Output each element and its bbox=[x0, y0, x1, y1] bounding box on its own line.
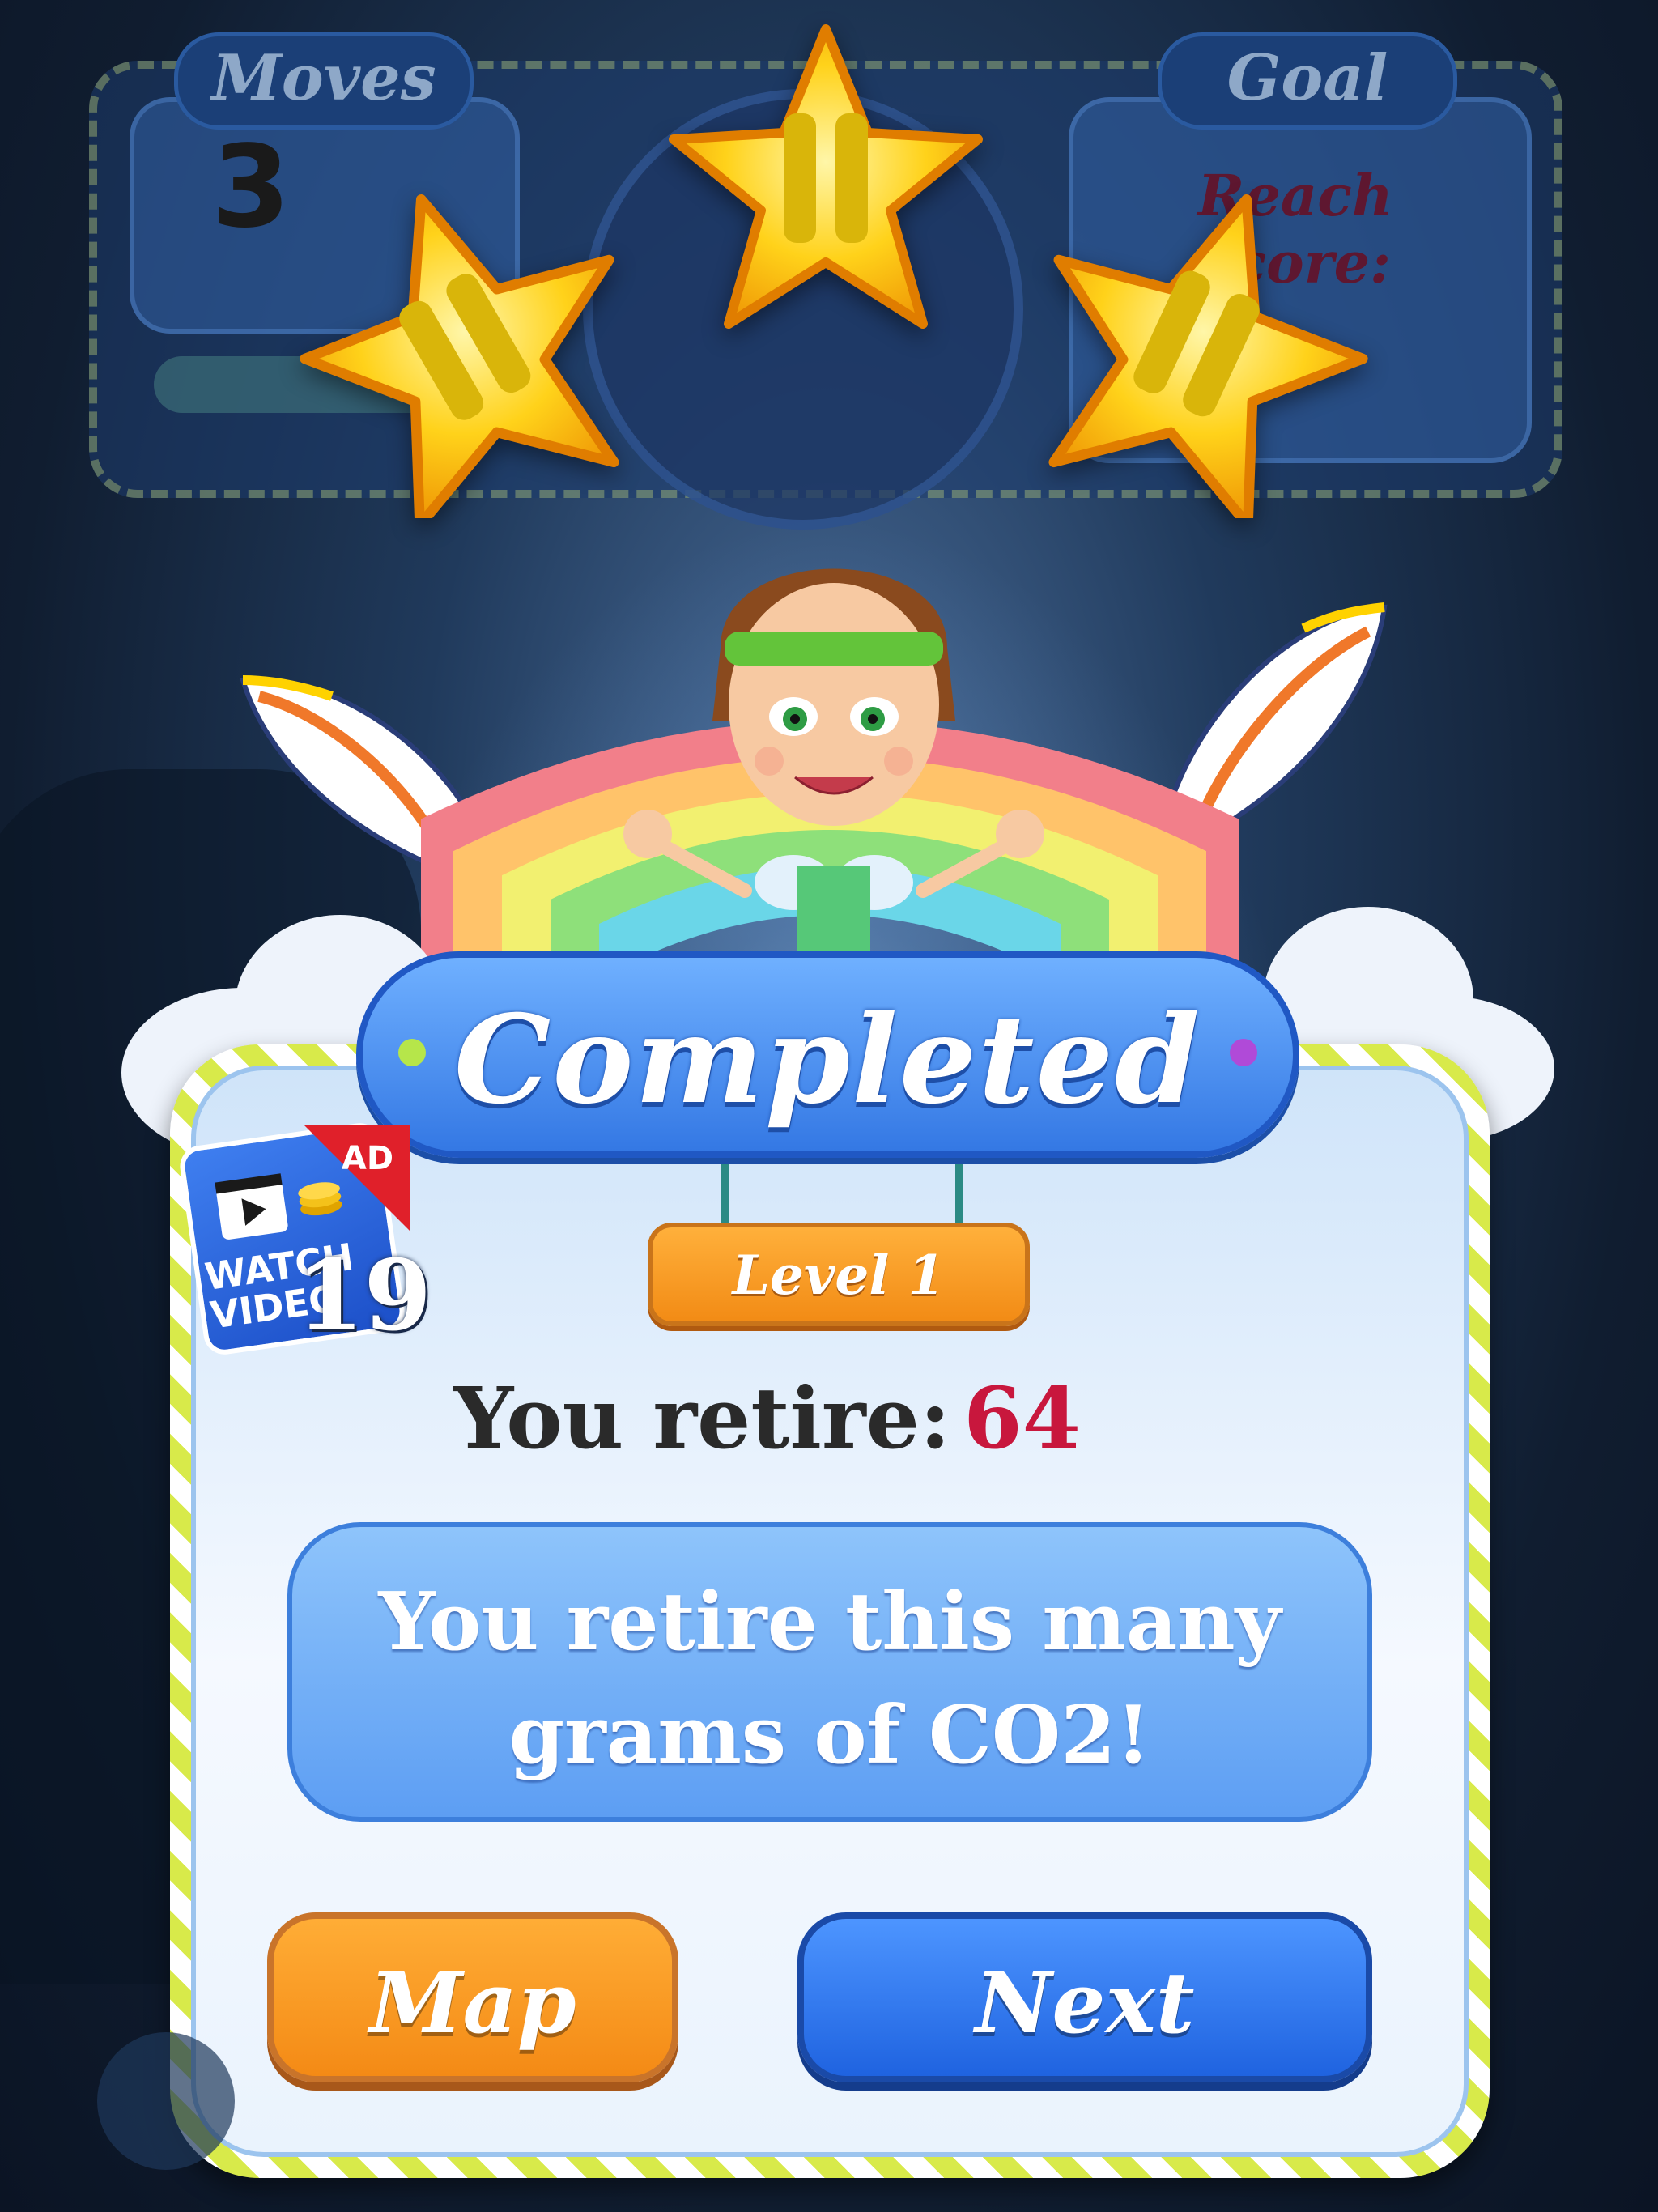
map-button[interactable]: Map bbox=[267, 1912, 678, 2082]
ad-tag: AD bbox=[341, 1140, 394, 1177]
fairy-character-icon bbox=[623, 568, 1044, 963]
level-label: Level 1 bbox=[732, 1244, 946, 1307]
watch-video-ad-button[interactable]: AD WATCH VIDEO 19 bbox=[177, 1120, 432, 1360]
game-screen: Moves 3 Goal Reach score: Completed Leve… bbox=[0, 0, 1658, 2212]
banner-bead-left bbox=[398, 1039, 426, 1066]
ad-count: 19 bbox=[296, 1239, 432, 1353]
co2-message-box: You retire this many grams of CO2! bbox=[287, 1522, 1372, 1822]
retire-label: You retire: bbox=[453, 1368, 951, 1468]
next-button-label: Next bbox=[975, 1953, 1195, 2052]
co2-message: You retire this many grams of CO2! bbox=[378, 1576, 1282, 1782]
next-button[interactable]: Next bbox=[797, 1912, 1372, 2082]
dimmed-pause-button bbox=[97, 2032, 235, 2170]
star-icon-2 bbox=[669, 24, 983, 329]
completed-banner: Completed bbox=[356, 951, 1299, 1158]
video-play-icon bbox=[215, 1173, 288, 1240]
star-icon-1 bbox=[300, 194, 619, 518]
dialog-title: Completed bbox=[453, 989, 1202, 1131]
retire-summary: You retire: 64 bbox=[453, 1368, 1081, 1474]
level-badge: Level 1 bbox=[648, 1223, 1030, 1326]
star-icon-3 bbox=[1048, 194, 1368, 518]
banner-bead-right bbox=[1230, 1039, 1257, 1066]
retire-value: 64 bbox=[963, 1368, 1081, 1468]
map-button-label: Map bbox=[369, 1953, 576, 2052]
moves-label: Moves bbox=[174, 32, 474, 130]
goal-label: Goal bbox=[1158, 32, 1457, 130]
